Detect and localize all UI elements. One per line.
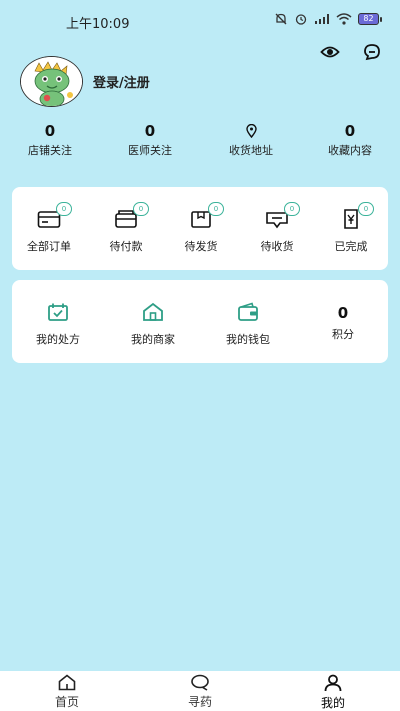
order-label: 已完成 bbox=[334, 240, 368, 253]
services-card: 我的处方 我的商家 我的钱包 0 积分 bbox=[12, 280, 388, 363]
dragon-mascot-icon bbox=[21, 57, 82, 106]
points-value: 0 bbox=[337, 304, 349, 322]
tab-mine[interactable]: 我的 bbox=[293, 674, 373, 711]
card-icon: 0 bbox=[112, 202, 149, 231]
service-label: 我的钱包 bbox=[226, 333, 270, 346]
stat-label: 医师关注 bbox=[128, 144, 172, 157]
order-completed[interactable]: 0 已完成 bbox=[323, 187, 379, 270]
search-chat-icon bbox=[191, 674, 209, 691]
wallet-icon bbox=[234, 300, 262, 324]
order-label: 待收货 bbox=[260, 240, 294, 253]
tab-label: 寻药 bbox=[187, 695, 212, 709]
tab-label: 首页 bbox=[54, 695, 79, 709]
package-icon: 0 bbox=[187, 202, 224, 231]
service-points[interactable]: 0 积分 bbox=[312, 280, 374, 363]
service-label: 我的处方 bbox=[36, 333, 80, 346]
message-icon bbox=[364, 44, 380, 61]
service-prescription[interactable]: 我的处方 bbox=[27, 280, 89, 363]
order-label: 待付款 bbox=[109, 240, 143, 253]
order-badge: 0 bbox=[284, 202, 300, 216]
wifi-icon bbox=[336, 13, 352, 25]
tab-find-medicine[interactable]: 寻药 bbox=[160, 674, 240, 710]
order-pending-shipment[interactable]: 0 待发货 bbox=[173, 187, 229, 270]
stat-value: 0 bbox=[344, 122, 356, 140]
service-label: 我的商家 bbox=[131, 333, 175, 346]
signal-icon bbox=[315, 14, 329, 24]
battery-icon: 82 bbox=[358, 13, 382, 25]
eye-icon bbox=[320, 46, 340, 58]
message-button[interactable] bbox=[362, 42, 382, 62]
bottom-tab-bar: 首页 寻药 我的 bbox=[0, 671, 400, 711]
orders-card: 0 全部订单 0 待付款 0 待发货 0 待收货 0 已完成 bbox=[12, 187, 388, 270]
delivery-icon: 0 bbox=[263, 202, 300, 231]
completed-icon: 0 bbox=[337, 202, 374, 231]
wallet-card-icon: 0 bbox=[35, 202, 72, 231]
order-badge: 0 bbox=[56, 202, 72, 216]
home-icon bbox=[58, 674, 76, 691]
order-pending-payment[interactable]: 0 待付款 bbox=[98, 187, 154, 270]
order-all[interactable]: 0 全部订单 bbox=[21, 187, 77, 270]
order-badge: 0 bbox=[208, 202, 224, 216]
order-label: 待发货 bbox=[184, 240, 218, 253]
order-badge: 0 bbox=[133, 202, 149, 216]
stat-value: 0 bbox=[44, 122, 56, 140]
alarm-icon bbox=[295, 14, 307, 25]
status-time: 上午10:09 bbox=[66, 17, 130, 32]
login-register-link[interactable]: 登录/注册 bbox=[93, 72, 150, 91]
order-pending-receipt[interactable]: 0 待收货 bbox=[249, 187, 305, 270]
order-label: 全部订单 bbox=[27, 240, 71, 253]
stat-value: 0 bbox=[144, 122, 156, 140]
scan-eye-button[interactable] bbox=[320, 42, 340, 62]
status-bar: 上午10:09 82 bbox=[0, 0, 400, 40]
avatar[interactable] bbox=[20, 56, 83, 107]
stat-label: 收藏内容 bbox=[328, 144, 372, 157]
profile-icon bbox=[324, 674, 342, 692]
mute-bell-icon bbox=[275, 13, 287, 25]
top-actions bbox=[320, 42, 382, 62]
home-store-icon bbox=[139, 300, 167, 324]
service-wallet[interactable]: 我的钱包 bbox=[217, 280, 279, 363]
tab-label: 我的 bbox=[320, 696, 345, 710]
stat-label: 收货地址 bbox=[229, 144, 273, 157]
prescription-calendar-icon bbox=[44, 300, 72, 324]
stat-shop-follow[interactable]: 0 店铺关注 bbox=[5, 122, 95, 158]
stat-favorites[interactable]: 0 收藏内容 bbox=[305, 122, 395, 158]
tab-home[interactable]: 首页 bbox=[27, 674, 107, 710]
status-icons: 82 bbox=[274, 12, 382, 26]
stat-doctor-follow[interactable]: 0 医师关注 bbox=[105, 122, 195, 158]
battery-level: 82 bbox=[358, 13, 379, 25]
stat-label: 店铺关注 bbox=[28, 144, 72, 157]
service-label: 积分 bbox=[332, 328, 354, 341]
service-merchant[interactable]: 我的商家 bbox=[122, 280, 184, 363]
location-pin-icon bbox=[206, 122, 296, 140]
stats-row: 0 店铺关注 0 医师关注 收货地址 0 收藏内容 bbox=[0, 122, 400, 162]
stat-address[interactable]: 收货地址 bbox=[206, 122, 296, 158]
order-badge: 0 bbox=[358, 202, 374, 216]
